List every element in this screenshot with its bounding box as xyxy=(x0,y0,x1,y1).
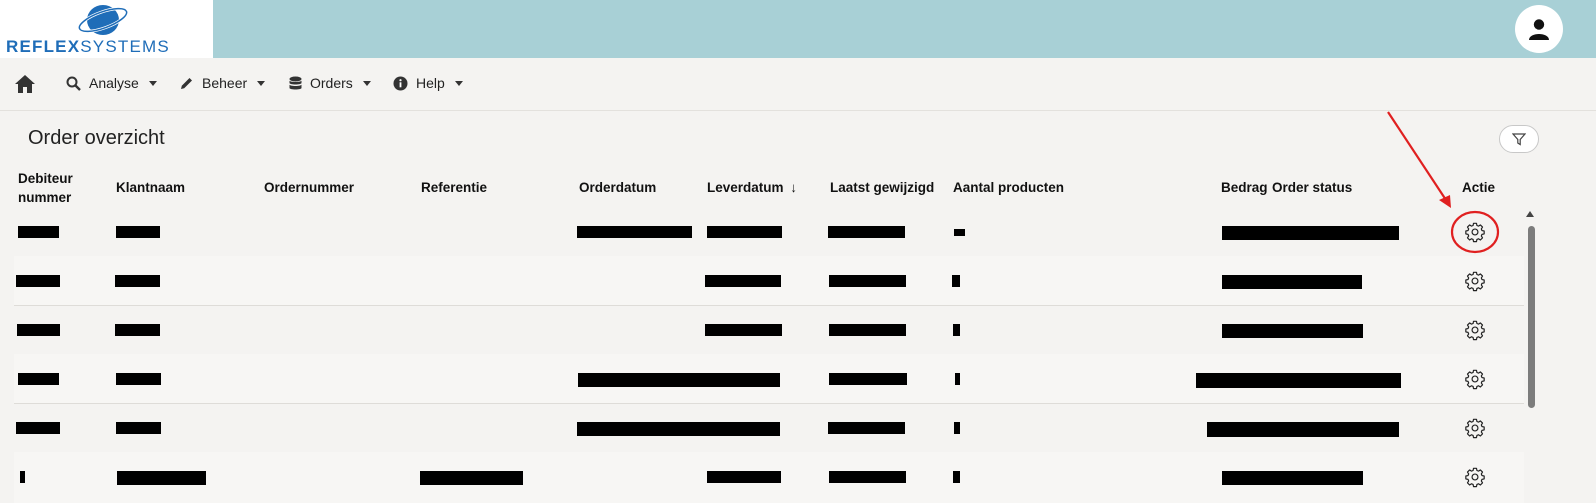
gear-icon[interactable] xyxy=(1464,270,1486,292)
header-aantal-producten[interactable]: Aantal producten xyxy=(953,178,1064,197)
pencil-icon xyxy=(181,77,192,89)
nav-help[interactable]: Help xyxy=(393,75,463,91)
scrollbar-thumb[interactable] xyxy=(1528,226,1535,408)
annotation-arrow-line xyxy=(1387,111,1447,201)
redacted-cell xyxy=(955,373,960,385)
redacted-cell xyxy=(705,324,782,336)
brand-logo[interactable]: REFLEXSYSTEMS xyxy=(0,0,213,58)
header-klantnaam[interactable]: Klantnaam xyxy=(116,178,185,197)
table-row[interactable] xyxy=(14,207,1524,257)
redacted-cell xyxy=(953,471,960,483)
header-bedrag[interactable]: Bedrag xyxy=(1221,178,1268,197)
top-header-bar xyxy=(0,0,1596,58)
redacted-cell xyxy=(115,275,160,287)
redacted-cell xyxy=(1222,275,1362,289)
redacted-cell xyxy=(1196,373,1401,388)
redacted-cell xyxy=(16,422,60,434)
redacted-cell xyxy=(17,324,60,336)
header-orderdatum[interactable]: Orderdatum xyxy=(579,178,656,197)
redacted-cell xyxy=(829,275,906,287)
redacted-cell xyxy=(829,471,906,483)
redacted-cell xyxy=(117,471,206,485)
caret-down-icon xyxy=(148,80,157,86)
redacted-cell xyxy=(420,471,523,485)
filter-icon xyxy=(1512,132,1526,146)
header-order-status[interactable]: Order status xyxy=(1272,178,1352,197)
redacted-cell xyxy=(828,422,905,434)
search-chart-icon xyxy=(66,76,81,91)
table-row[interactable] xyxy=(14,305,1524,355)
table-row[interactable] xyxy=(14,452,1524,503)
user-icon xyxy=(1529,19,1549,40)
redacted-cell xyxy=(1222,471,1363,485)
redacted-cell xyxy=(705,275,781,287)
gear-icon[interactable] xyxy=(1464,466,1486,488)
page-title: Order overzicht xyxy=(28,127,165,149)
redacted-cell xyxy=(707,471,781,483)
redacted-cell xyxy=(18,373,59,385)
main-navigation: Analyse Beheer Orders Help xyxy=(0,58,1596,111)
redacted-cell xyxy=(954,229,965,236)
header-referentie[interactable]: Referentie xyxy=(421,178,487,197)
header-leverdatum[interactable]: Leverdatum ↓ xyxy=(707,178,797,197)
nav-orders[interactable]: Orders xyxy=(289,75,371,91)
redacted-cell xyxy=(577,226,692,238)
logo-globe-icon xyxy=(77,5,129,35)
redacted-cell xyxy=(116,226,160,238)
redacted-cell xyxy=(829,373,907,385)
info-icon xyxy=(393,76,408,90)
nav-help-label: Help xyxy=(416,75,445,91)
redacted-cell xyxy=(20,471,25,483)
redacted-cell xyxy=(1222,324,1363,338)
table-row[interactable] xyxy=(14,354,1524,404)
header-laatst-gewijzigd[interactable]: Laatst gewijzigd xyxy=(830,178,934,197)
sort-desc-icon: ↓ xyxy=(790,180,798,195)
nav-analyse[interactable]: Analyse xyxy=(66,75,157,91)
redacted-cell xyxy=(115,324,160,336)
header-actie: Actie xyxy=(1462,180,1496,195)
nav-orders-label: Orders xyxy=(310,75,353,91)
nav-analyse-label: Analyse xyxy=(89,75,139,91)
redacted-cell xyxy=(18,226,59,238)
header-ordernummer[interactable]: Ordernummer xyxy=(264,178,354,197)
user-avatar[interactable] xyxy=(1515,5,1563,53)
redacted-cell xyxy=(707,226,782,238)
header-debiteur-nummer[interactable]: Debiteur nummer xyxy=(18,169,73,207)
table-row[interactable] xyxy=(14,256,1524,306)
brand-name: REFLEXSYSTEMS xyxy=(6,37,170,56)
gear-icon[interactable] xyxy=(1464,417,1486,439)
redacted-cell xyxy=(1222,226,1399,240)
redacted-cell xyxy=(577,422,780,436)
redacted-cell xyxy=(116,373,161,385)
redacted-cell xyxy=(828,226,905,238)
nav-beheer[interactable]: Beheer xyxy=(179,75,266,91)
database-icon xyxy=(289,76,302,89)
home-icon[interactable] xyxy=(14,74,36,94)
filter-button[interactable] xyxy=(1499,125,1539,153)
redacted-cell xyxy=(578,373,780,387)
nav-beheer-label: Beheer xyxy=(202,75,248,91)
caret-down-icon xyxy=(362,80,371,86)
redacted-cell xyxy=(116,422,161,434)
redacted-cell xyxy=(16,275,60,287)
caret-down-icon xyxy=(454,80,463,86)
redacted-cell xyxy=(954,422,960,434)
redacted-cell xyxy=(829,324,906,336)
gear-icon[interactable] xyxy=(1464,368,1486,390)
redacted-cell xyxy=(1207,422,1399,437)
redacted-cell xyxy=(952,275,960,287)
caret-down-icon xyxy=(257,80,266,86)
gear-icon[interactable] xyxy=(1464,319,1486,341)
scroll-up-arrow[interactable] xyxy=(1526,211,1534,217)
table-row[interactable] xyxy=(14,403,1524,453)
gear-icon[interactable] xyxy=(1464,221,1486,243)
redacted-cell xyxy=(953,324,960,336)
